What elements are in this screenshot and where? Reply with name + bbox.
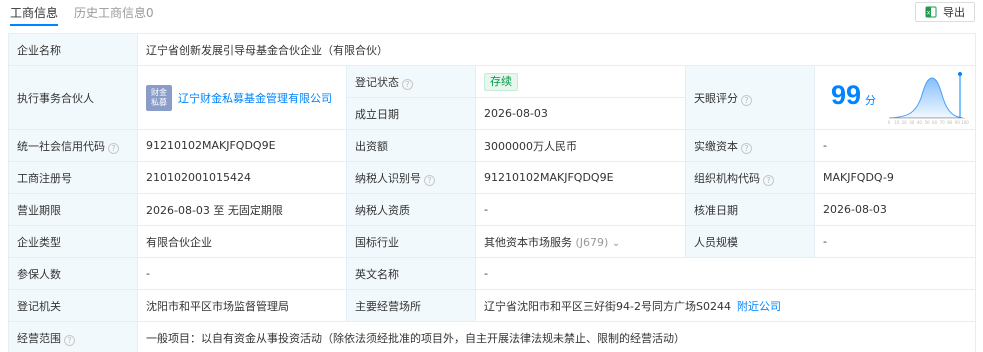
value-reg-status: 存续 — [475, 65, 686, 98]
score-axis-tick: 30 — [909, 120, 915, 125]
tab-history-business-info[interactable]: 历史工商信息0 — [74, 0, 154, 26]
table-row: 执行事务合伙人 财金 私募 辽宁财金私募基金管理有限公司 登记状态? 存续 天眼… — [8, 65, 977, 130]
label-approval-date: 核准日期 — [685, 193, 815, 226]
value-taxpayer-qual: - — [475, 193, 686, 226]
score-axis-tick: 50 — [924, 120, 930, 125]
value-address: 辽宁省沈阳市和平区三好街94-2号同方广场S0244 附近公司 — [474, 289, 977, 322]
value-company-name: 辽宁省创新发展引导母基金合伙企业（有限合伙） — [136, 33, 977, 66]
label-partner: 执行事务合伙人 — [8, 65, 138, 130]
value-org-code: MAKJFQDQ-9 — [813, 161, 977, 194]
chevron-down-icon[interactable]: ⌄ — [612, 238, 620, 249]
label-capital: 出资额 — [346, 129, 476, 162]
value-english-name: - — [474, 257, 977, 290]
tianyan-score-panel[interactable]: 99 分 0 10 20 30 40 50 60 70 80 90 100 — [813, 65, 977, 130]
score-axis-tick: 90 — [955, 120, 961, 125]
help-icon[interactable]: ? — [763, 174, 774, 186]
partner-link[interactable]: 辽宁财金私募基金管理有限公司 — [178, 92, 332, 105]
value-taxpayer-id: 91210102MAKJFQDQ9E — [475, 161, 686, 194]
score-unit: 分 — [865, 94, 876, 107]
score-axis-tick: 0 — [888, 120, 891, 125]
value-reg-number: 210102001015424 — [137, 161, 347, 194]
help-icon[interactable]: ? — [402, 78, 413, 90]
nearby-companies-link[interactable]: 附近公司 — [737, 300, 781, 313]
value-approval-date: 2026-08-03 — [813, 193, 977, 226]
export-button[interactable]: x 导出 — [915, 2, 975, 22]
table-row: 经营范围? 一般项目：以自有资金从事投资活动（除依法须经批准的项目外，自主开展法… — [8, 321, 977, 352]
score-axis-tick: 40 — [917, 120, 923, 125]
label-staff-size: 人员规模 — [685, 225, 815, 258]
label-reg-number: 工商注册号 — [8, 161, 138, 194]
score-axis-tick: 80 — [947, 120, 953, 125]
export-label: 导出 — [943, 6, 965, 19]
table-row: 工商注册号 210102001015424 纳税人识别号? 91210102MA… — [8, 161, 977, 194]
value-authority: 沈阳市和平区市场监督管理局 — [137, 289, 347, 322]
business-info-table: 企业名称 辽宁省创新发展引导母基金合伙企业（有限合伙） 执行事务合伙人 财金 私… — [8, 33, 977, 352]
label-industry: 国标行业 — [346, 225, 476, 258]
help-icon[interactable]: ? — [741, 142, 752, 154]
score-distribution-chart: 0 10 20 30 40 50 60 70 80 90 100 — [888, 72, 969, 125]
label-english-name: 英文名称 — [346, 257, 476, 290]
excel-icon: x — [925, 6, 937, 18]
score-axis-tick: 20 — [902, 120, 908, 125]
help-icon[interactable]: ? — [64, 334, 75, 346]
score-axis-tick: 10 — [894, 120, 900, 125]
table-row: 参保人数 - 英文名称 - — [8, 257, 977, 290]
label-reg-status: 登记状态? — [346, 65, 476, 98]
value-credit-code: 91210102MAKJFQDQ9E — [137, 129, 347, 162]
help-icon[interactable]: ? — [108, 142, 119, 154]
table-row: 营业期限 2026-08-03 至 无固定期限 纳税人资质 - 核准日期 202… — [8, 193, 977, 226]
label-taxpayer-id: 纳税人识别号? — [346, 161, 476, 194]
value-capital: 3000000万人民币 — [475, 129, 686, 162]
value-company-type: 有限合伙企业 — [137, 225, 347, 258]
label-paid-capital: 实缴资本? — [685, 129, 815, 162]
label-address: 主要经营场所 — [346, 289, 476, 322]
label-company-type: 企业类型 — [8, 225, 138, 258]
value-partner: 财金 私募 辽宁财金私募基金管理有限公司 — [137, 65, 347, 130]
score-axis-tick: 60 — [932, 120, 938, 125]
label-taxpayer-qual: 纳税人资质 — [346, 193, 476, 226]
partner-logo[interactable]: 财金 私募 — [146, 84, 172, 111]
score-axis-tick: 70 — [940, 120, 946, 125]
table-row: 企业名称 辽宁省创新发展引导母基金合伙企业（有限合伙） — [8, 33, 977, 66]
help-icon[interactable]: ? — [741, 94, 752, 106]
label-org-code: 组织机构代码? — [685, 161, 815, 194]
label-credit-code: 统一社会信用代码? — [8, 129, 138, 162]
value-scope: 一般项目：以自有资金从事投资活动（除依法须经批准的项目外，自主开展法律法规未禁止… — [136, 321, 977, 352]
tab-bar: 工商信息 历史工商信息0 — [10, 0, 170, 28]
score-value: 99 — [831, 80, 862, 110]
status-badge: 存续 — [484, 72, 518, 91]
label-established: 成立日期 — [346, 97, 476, 130]
label-authority: 登记机关 — [8, 289, 138, 322]
label-term: 营业期限 — [8, 193, 138, 226]
value-term: 2026-08-03 至 无固定期限 — [137, 193, 347, 226]
table-row: 统一社会信用代码? 91210102MAKJFQDQ9E 出资额 3000000… — [8, 129, 977, 162]
help-icon[interactable]: ? — [424, 174, 435, 186]
value-established: 2026-08-03 — [475, 97, 686, 130]
value-paid-capital: - — [813, 129, 977, 162]
industry-code: (J679) — [575, 235, 609, 249]
label-company-name: 企业名称 — [8, 33, 138, 66]
label-scope: 经营范围? — [8, 321, 138, 352]
svg-text:x: x — [927, 10, 931, 17]
value-staff-size: - — [813, 225, 977, 258]
value-industry[interactable]: 其他资本市场服务 (J679) ⌄ — [475, 225, 686, 258]
score-axis-tick: 100 — [961, 120, 969, 125]
label-insured: 参保人数 — [8, 257, 138, 290]
table-row: 登记机关 沈阳市和平区市场监督管理局 主要经营场所 辽宁省沈阳市和平区三好街94… — [8, 289, 977, 322]
tab-business-info[interactable]: 工商信息 — [10, 0, 59, 26]
table-row: 企业类型 有限合伙企业 国标行业 其他资本市场服务 (J679) ⌄ 人员规模 … — [8, 225, 977, 258]
value-insured: - — [137, 257, 347, 290]
label-tianyan-score: 天眼评分? — [685, 65, 815, 130]
